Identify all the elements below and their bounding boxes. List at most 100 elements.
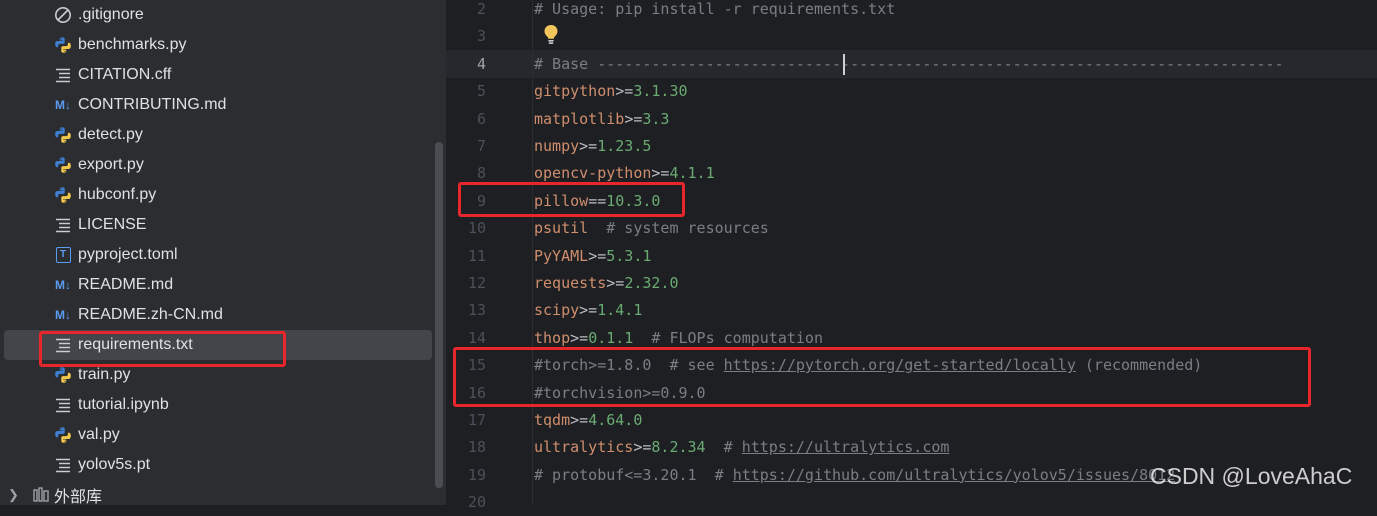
comment-link[interactable]: https://github.com/ultralytics/yolov5/is…	[733, 466, 1176, 484]
version-operator: >=	[579, 301, 598, 320]
line-number: 4	[476, 54, 486, 73]
package-name: opencv-python	[534, 164, 652, 183]
version-operator: >=	[615, 82, 634, 101]
code-text: PyYAML>=5.3.1	[534, 243, 651, 270]
code-editor[interactable]: 2 # Usage: pip install -r requirements.tx…	[446, 0, 1377, 511]
code-line[interactable]: 2 # Usage: pip install -r requirements.tx…	[446, 0, 1377, 23]
line-number: 19	[467, 465, 486, 484]
markdown-icon: M↓	[55, 98, 71, 112]
code-text: matplotlib>=3.3	[534, 106, 669, 133]
package-name: requests	[534, 274, 607, 292]
version-number: 3.1.30	[633, 82, 688, 101]
version-number: 3.3	[642, 109, 670, 128]
version-operator: >=	[588, 246, 607, 265]
version-operator: >=	[570, 411, 589, 429]
tree-item[interactable]: CITATION.cff	[0, 60, 432, 90]
tree-item-label: export.py	[78, 156, 144, 173]
version-number: 8.2.34	[651, 438, 706, 457]
code-line[interactable]: 20	[446, 489, 1377, 516]
code-line[interactable]: 4 # Base --------------------------------…	[446, 51, 1377, 78]
line-number: 18	[467, 438, 486, 457]
tree-item-label: CITATION.cff	[78, 66, 172, 83]
package-name: tqdm	[534, 411, 571, 429]
version-operator: >=	[570, 328, 589, 347]
code-text: psutil # system resources	[534, 215, 769, 242]
code-line[interactable]: 11 PyYAML>=5.3.1	[446, 243, 1377, 270]
python-icon	[53, 125, 73, 145]
version-number: 1.4.1	[597, 301, 643, 320]
highlight-box-torch	[453, 347, 1311, 407]
tree-item-label: tutorial.ipynb	[78, 396, 169, 413]
tree-item[interactable]: LICENSE	[0, 210, 432, 240]
code-text: requests>=2.32.0	[534, 270, 679, 297]
code-line[interactable]: 7 numpy>=1.23.5	[446, 133, 1377, 160]
tree-item[interactable]: hubconf.py	[0, 180, 432, 210]
line-number: 6	[476, 109, 486, 128]
code-line[interactable]: 10 psutil # system resources	[446, 215, 1377, 242]
code-text: numpy>=1.23.5	[534, 133, 651, 160]
line-number: 10	[467, 219, 486, 238]
package-name: psutil	[534, 219, 589, 238]
tree-item[interactable]: .gitignore	[0, 0, 432, 30]
line-number: 17	[467, 411, 486, 429]
code-text: # Usage: pip install -r requirements.txt	[534, 0, 895, 23]
markdown-icon: M↓	[55, 278, 71, 292]
ignore-icon	[53, 5, 73, 25]
package-name: matplotlib	[534, 109, 625, 128]
line-number: 3	[476, 27, 486, 46]
code-text: # Base ---------------------------------…	[534, 51, 1284, 78]
code-text: tqdm>=4.64.0	[534, 407, 642, 434]
chevron-right-icon[interactable]: ❯	[8, 487, 19, 503]
comment-link[interactable]: https://ultralytics.com	[742, 438, 950, 456]
code-comment: #	[705, 438, 742, 457]
code-line[interactable]: 12 requests>=2.32.0	[446, 270, 1377, 297]
tree-item-label: README.md	[78, 276, 174, 293]
highlight-box-pillow	[458, 182, 685, 217]
tree-item-label: pyproject.toml	[78, 246, 178, 263]
code-line[interactable]: 13 scipy>=1.4.1	[446, 297, 1377, 324]
tree-item[interactable]: M↓ CONTRIBUTING.md	[0, 90, 432, 120]
code-text: # protobuf<=3.20.1 # https://github.com/…	[534, 462, 1175, 489]
lightbulb-icon[interactable]	[543, 23, 559, 45]
code-comment: # protobuf<=3.20.1 #	[534, 465, 733, 484]
package-name: gitpython	[534, 82, 616, 101]
code-line[interactable]: 17 tqdm>=4.64.0	[446, 407, 1377, 434]
python-icon	[53, 425, 73, 445]
tree-item-label: LICENSE	[78, 216, 147, 233]
tree-item[interactable]: benchmarks.py	[0, 30, 432, 60]
tree-item-label: detect.py	[78, 126, 143, 143]
tree-item[interactable]: export.py	[0, 150, 432, 180]
tree-item[interactable]: yolov5s.pt	[0, 450, 432, 480]
watermark-text: CSDN @LoveAhaC	[1150, 463, 1353, 489]
tree-item[interactable]: M↓ README.md	[0, 270, 432, 300]
tree-item[interactable]: Tpyproject.toml	[0, 240, 432, 270]
python-icon	[53, 365, 73, 385]
line-number: 12	[467, 274, 486, 292]
version-operator: >=	[633, 438, 652, 457]
package-name: thop	[534, 328, 571, 347]
code-comment: # Usage: pip install -r requirements.txt	[534, 0, 896, 18]
code-text: ultralytics>=8.2.34 # https://ultralytic…	[534, 434, 949, 461]
version-number: 4.64.0	[588, 411, 643, 429]
tree-item-label: val.py	[78, 426, 120, 443]
code-line[interactable]: 6 matplotlib>=3.3	[446, 106, 1377, 133]
external-libraries-label: 外部库	[54, 489, 103, 505]
package-name: ultralytics	[534, 438, 634, 457]
package-name: PyYAML	[534, 246, 589, 265]
package-name: numpy	[534, 137, 580, 155]
tree-item[interactable]: detect.py	[0, 120, 432, 150]
code-line[interactable]: 3	[446, 23, 1377, 50]
code-comment: # Base ---------------------------------…	[534, 54, 1284, 73]
tree-item[interactable]: M↓ README.zh-CN.md	[0, 300, 432, 330]
external-libraries-node[interactable]: ❯ 外部库	[0, 480, 432, 505]
code-comment: # FLOPs computation	[633, 328, 823, 347]
version-number: 2.32.0	[624, 274, 679, 292]
version-operator: >=	[579, 137, 598, 155]
code-line[interactable]: 18 ultralytics>=8.2.34 # https://ultralyt…	[446, 434, 1377, 461]
tree-item[interactable]: val.py	[0, 420, 432, 450]
tree-item-label: train.py	[78, 366, 131, 383]
tree-item[interactable]: tutorial.ipynb	[0, 390, 432, 420]
version-operator: >=	[624, 109, 643, 128]
code-line[interactable]: 5 gitpython>=3.1.30	[446, 78, 1377, 105]
tree-scrollbar[interactable]	[435, 142, 443, 488]
